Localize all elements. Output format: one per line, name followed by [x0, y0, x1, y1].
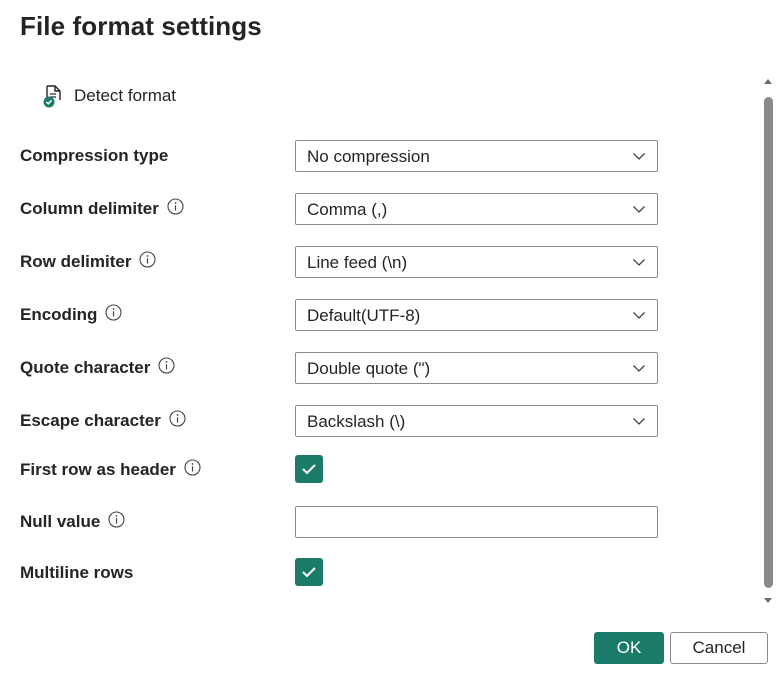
column-delimiter-value: Comma (,)	[307, 200, 388, 219]
cancel-button[interactable]: Cancel	[670, 632, 768, 664]
first-row-header-row: First row as header	[20, 454, 660, 486]
chevron-down-icon	[633, 365, 645, 372]
quote-character-label: Quote character	[20, 358, 151, 377]
info-icon[interactable]	[169, 409, 186, 427]
multiline-rows-label: Multiline rows	[20, 563, 134, 582]
multiline-rows-row: Multiline rows	[20, 557, 660, 589]
info-icon[interactable]	[167, 197, 184, 215]
quote-character-dropdown[interactable]: Double quote (")	[295, 352, 658, 384]
chevron-down-icon	[633, 259, 645, 266]
multiline-rows-checkbox[interactable]	[295, 558, 323, 586]
first-row-header-checkbox[interactable]	[295, 455, 323, 483]
quote-character-value: Double quote (")	[307, 359, 431, 378]
column-delimiter-row: Column delimiter Comma (,)	[20, 193, 660, 225]
row-delimiter-label: Row delimiter	[20, 252, 132, 271]
ok-button[interactable]: OK	[594, 632, 664, 664]
encoding-row: Encoding Default(UTF-8)	[20, 299, 660, 331]
encoding-value: Default(UTF-8)	[307, 306, 421, 325]
column-delimiter-dropdown[interactable]: Comma (,)	[295, 193, 658, 225]
compression-type-row: Compression type No compression	[20, 140, 660, 172]
chevron-down-icon	[633, 418, 645, 425]
quote-character-row: Quote character Double quote (")	[20, 352, 660, 384]
row-delimiter-dropdown[interactable]: Line feed (\n)	[295, 246, 658, 278]
null-value-label: Null value	[20, 512, 101, 531]
scroll-down-arrow-icon[interactable]	[764, 596, 772, 604]
info-icon[interactable]	[108, 510, 125, 528]
column-delimiter-label: Column delimiter	[20, 199, 159, 218]
escape-character-dropdown[interactable]: Backslash (\)	[295, 405, 658, 437]
encoding-dropdown[interactable]: Default(UTF-8)	[295, 299, 658, 331]
encoding-label: Encoding	[20, 305, 98, 324]
compression-type-label: Compression type	[20, 146, 169, 165]
info-icon[interactable]	[105, 303, 123, 321]
row-delimiter-row: Row delimiter Line feed (\n)	[20, 246, 660, 278]
chevron-down-icon	[633, 153, 645, 160]
chevron-down-icon	[633, 312, 645, 319]
chevron-down-icon	[633, 206, 645, 213]
row-delimiter-value: Line feed (\n)	[307, 253, 408, 272]
checkmark-icon	[302, 464, 316, 475]
scroll-up-arrow-icon[interactable]	[764, 78, 772, 86]
info-icon[interactable]	[184, 458, 201, 476]
scrollbar-thumb[interactable]	[764, 97, 773, 588]
null-value-row: Null value	[20, 506, 660, 538]
checkmark-icon	[302, 567, 316, 578]
null-value-input[interactable]	[295, 506, 658, 538]
detect-format-button[interactable]: Detect format	[42, 84, 176, 108]
info-icon[interactable]	[158, 356, 175, 374]
compression-type-value: No compression	[307, 147, 430, 166]
escape-character-label: Escape character	[20, 411, 161, 430]
info-icon[interactable]	[139, 250, 157, 268]
compression-type-dropdown[interactable]: No compression	[295, 140, 658, 172]
detect-format-label: Detect format	[74, 86, 177, 105]
escape-character-row: Escape character Backslash (\)	[20, 405, 660, 437]
document-check-icon	[43, 85, 61, 108]
vertical-scrollbar[interactable]	[761, 76, 775, 606]
dialog-title: File format settings	[20, 11, 262, 41]
escape-character-value: Backslash (\)	[307, 412, 406, 431]
first-row-header-label: First row as header	[20, 460, 176, 479]
